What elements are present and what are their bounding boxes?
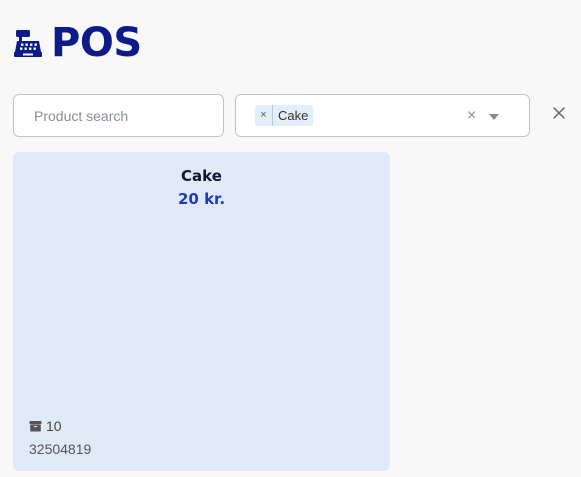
product-price: 20 kr.: [177, 190, 226, 208]
caret-down-icon[interactable]: [489, 114, 499, 120]
close-icon[interactable]: [552, 106, 566, 120]
product-barcode: 32504819: [29, 441, 92, 457]
clear-selection-icon[interactable]: ×: [467, 106, 476, 126]
product-card[interactable]: Cake 20 kr. 10 32504819: [13, 152, 390, 471]
chip-label: Cake: [278, 108, 309, 123]
box-icon: [29, 420, 42, 432]
cash-register-icon: [13, 28, 43, 58]
stock-count: 10: [46, 418, 62, 434]
stock-row: 10: [29, 418, 62, 434]
page-title: POS: [51, 20, 142, 66]
category-filter-select[interactable]: × Cake ×: [235, 94, 530, 137]
pos-page: POS × Cake × Cake 20 kr. 10 325048: [0, 0, 581, 477]
page-header: POS: [13, 18, 142, 68]
chip-remove-icon[interactable]: ×: [255, 105, 273, 126]
selected-category-chip: × Cake: [255, 105, 314, 126]
product-name: Cake: [181, 167, 222, 185]
product-search-input[interactable]: [13, 94, 224, 137]
